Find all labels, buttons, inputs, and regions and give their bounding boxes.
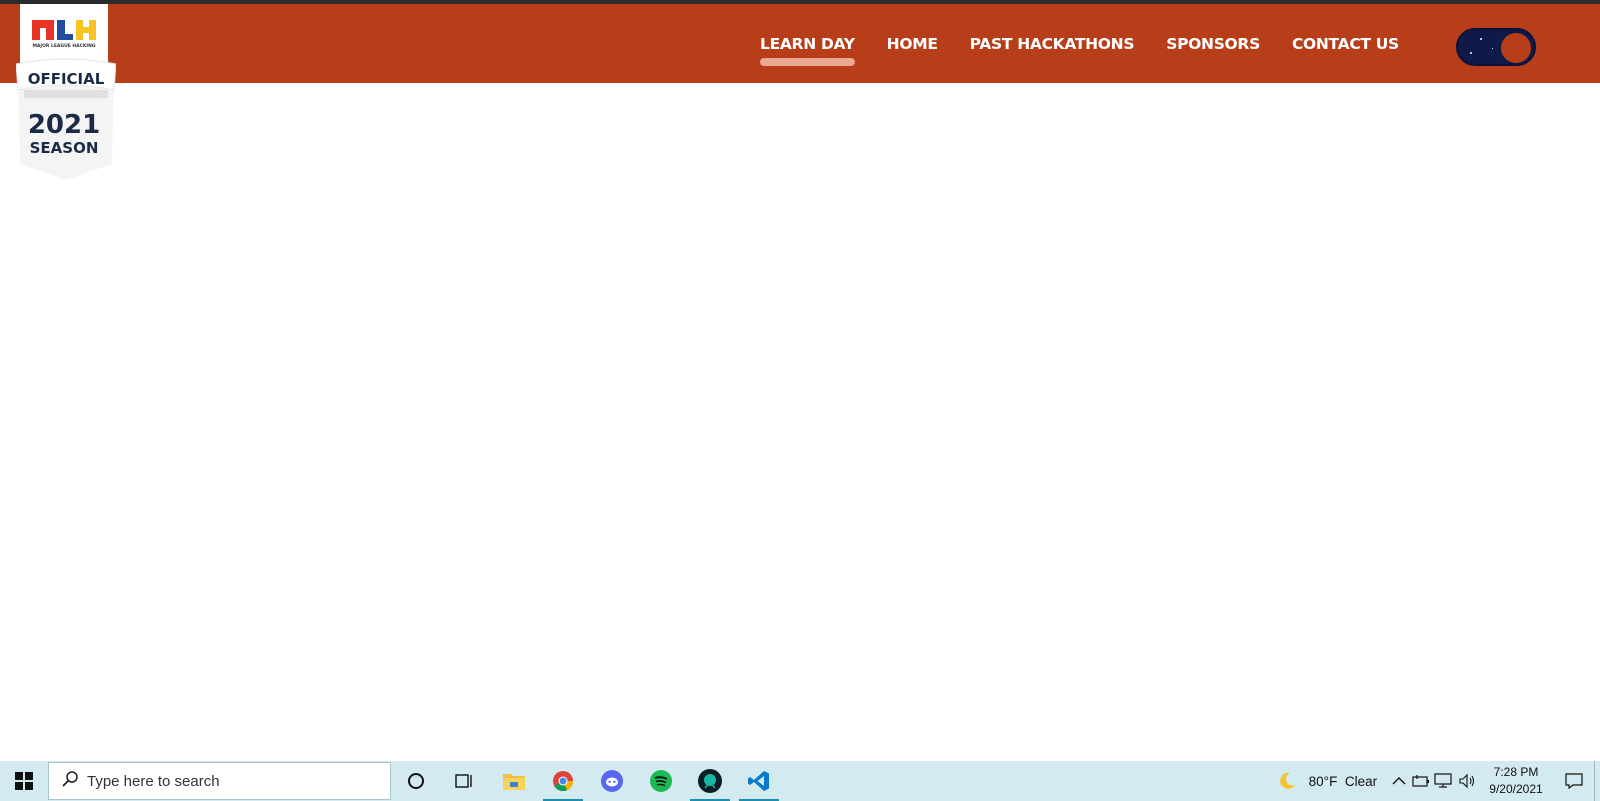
discord-icon[interactable]: [588, 761, 636, 801]
vscode-icon[interactable]: [735, 761, 783, 801]
task-view-icon[interactable]: [440, 761, 488, 801]
nav-link-learn-day[interactable]: LEARN DAY: [760, 35, 855, 66]
svg-text:OFFICIAL: OFFICIAL: [28, 70, 105, 88]
clock-date: 9/20/2021: [1489, 782, 1543, 796]
star-icon: [1480, 38, 1482, 40]
taskbar-search[interactable]: [48, 762, 391, 800]
nav-link-past-hackathons[interactable]: PAST HACKATHONS: [970, 35, 1135, 53]
clock-time: 7:28 PM: [1493, 765, 1539, 779]
cortana-icon[interactable]: [392, 761, 440, 801]
weather-temperature[interactable]: 80°F: [1306, 761, 1340, 801]
search-input[interactable]: [87, 772, 367, 790]
svg-text:MAJOR LEAGUE HACKING: MAJOR LEAGUE HACKING: [32, 43, 95, 49]
weather-condition-text: Clear: [1344, 773, 1378, 789]
weather-moon-icon[interactable]: [1276, 761, 1298, 801]
star-icon: [1492, 48, 1493, 49]
mlh-badge-graphic: MAJOR LEAGUE HACKING OFFICIAL 2021 SEASO…: [15, 4, 117, 180]
weather-condition[interactable]: Clear: [1342, 761, 1380, 801]
show-desktop-divider[interactable]: [1594, 761, 1595, 801]
star-icon: [1470, 52, 1472, 54]
network-icon[interactable]: [1432, 761, 1456, 801]
gitkraken-icon[interactable]: [686, 761, 734, 801]
search-icon: [61, 770, 79, 793]
site-header: LEARN DAY HOME PAST HACKATHONS SPONSORS …: [0, 4, 1600, 83]
svg-text:SEASON: SEASON: [30, 139, 99, 157]
mlh-official-badge[interactable]: MAJOR LEAGUE HACKING OFFICIAL 2021 SEASO…: [15, 4, 117, 180]
windows-start-icon[interactable]: [0, 761, 48, 801]
toggle-knob: [1501, 33, 1531, 63]
taskbar-clock[interactable]: 7:28 PM 9/20/2021: [1480, 764, 1552, 798]
chrome-icon[interactable]: [539, 761, 587, 801]
weather-temperature-text: 80°F: [1308, 773, 1338, 789]
svg-text:2021: 2021: [28, 110, 100, 140]
chevron-up-icon[interactable]: [1388, 761, 1410, 801]
nav-link-contact-us[interactable]: CONTACT US: [1292, 35, 1399, 53]
main-nav: LEARN DAY HOME PAST HACKATHONS SPONSORS …: [760, 4, 1431, 83]
windows-taskbar: 80°F Clear 7:28 PM 9/20/2021: [0, 761, 1600, 801]
volume-icon[interactable]: [1456, 761, 1478, 801]
file-explorer-icon[interactable]: [490, 761, 538, 801]
nav-link-home[interactable]: HOME: [887, 35, 938, 53]
notification-center-icon[interactable]: [1556, 761, 1592, 801]
battery-icon[interactable]: [1410, 761, 1432, 801]
theme-toggle[interactable]: [1456, 28, 1536, 66]
spotify-icon[interactable]: [637, 761, 685, 801]
nav-link-sponsors[interactable]: SPONSORS: [1166, 35, 1260, 53]
